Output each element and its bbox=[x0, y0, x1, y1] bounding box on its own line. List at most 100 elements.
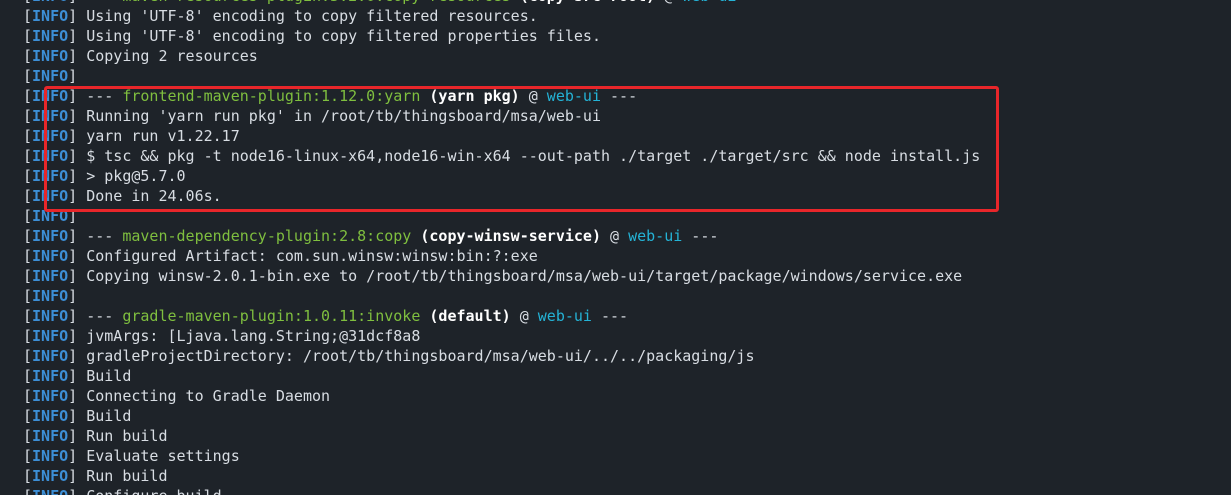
log-level-text: INFO bbox=[32, 447, 69, 465]
log-message: Copying 2 resources bbox=[86, 47, 258, 65]
log-message: --- bbox=[591, 307, 629, 325]
log-message: Copying winsw-2.0.1-bin.exe to /root/tb/… bbox=[86, 267, 963, 285]
log-message: @ bbox=[655, 0, 682, 5]
log-level-text: INFO bbox=[32, 207, 69, 225]
log-level-tag: [INFO] bbox=[23, 367, 87, 385]
log-line: [INFO] --- gradle-maven-plugin:1.0.11:in… bbox=[23, 306, 980, 326]
log-level-text: INFO bbox=[32, 67, 69, 85]
log-level-text: INFO bbox=[32, 367, 69, 385]
log-message bbox=[411, 227, 420, 245]
log-message: --- bbox=[682, 227, 719, 245]
log-message: $ tsc && pkg -t node16-linux-x64,node16-… bbox=[86, 147, 981, 165]
log-message: gradleProjectDirectory: /root/tb/thingsb… bbox=[86, 347, 755, 365]
log-line: [INFO] gradleProjectDirectory: /root/tb/… bbox=[23, 346, 980, 366]
log-line: [INFO] Done in 24.06s. bbox=[23, 186, 980, 206]
log-level-text: INFO bbox=[32, 347, 69, 365]
log-line: [INFO] Connecting to Gradle Daemon bbox=[23, 386, 980, 406]
log-level-tag: [INFO] bbox=[23, 147, 87, 165]
log-level-tag: [INFO] bbox=[23, 7, 87, 25]
log-message: Using 'UTF-8' encoding to copy filtered … bbox=[86, 27, 601, 45]
log-line: [INFO] jvmArgs: [Ljava.lang.String;@31dc… bbox=[23, 326, 980, 346]
log-level-text: INFO bbox=[32, 7, 69, 25]
module-name: web-ui bbox=[537, 307, 592, 325]
log-message: @ bbox=[519, 87, 547, 105]
terminal-output: [INFO] --- maven-resources-plugin:3.2.0:… bbox=[23, 0, 980, 495]
log-level-text: INFO bbox=[32, 267, 69, 285]
execution-id: (default) bbox=[429, 307, 511, 325]
log-level-tag: [INFO] bbox=[23, 187, 87, 205]
log-level-text: INFO bbox=[32, 307, 69, 325]
log-message: --- bbox=[86, 0, 122, 5]
log-level-tag: [INFO] bbox=[23, 27, 87, 45]
log-level-tag: [INFO] bbox=[23, 287, 87, 305]
log-level-text: INFO bbox=[32, 0, 68, 5]
log-level-text: INFO bbox=[32, 287, 69, 305]
plugin-name: gradle-maven-plugin:1.0.11:invoke bbox=[122, 307, 421, 325]
log-level-text: INFO bbox=[32, 427, 69, 445]
log-line: [INFO] Using 'UTF-8' encoding to copy fi… bbox=[23, 6, 980, 26]
log-level-text: INFO bbox=[32, 47, 69, 65]
module-name: web-ui bbox=[546, 87, 601, 105]
log-level-tag: [INFO] bbox=[23, 227, 87, 245]
log-line: [INFO] bbox=[23, 66, 980, 86]
log-level-text: INFO bbox=[32, 227, 69, 245]
log-message: Run build bbox=[86, 427, 168, 445]
log-level-tag: [INFO] bbox=[23, 407, 87, 425]
log-level-tag: [INFO] bbox=[23, 347, 87, 365]
log-level-tag: [INFO] bbox=[23, 167, 87, 185]
log-level-tag: [INFO] bbox=[23, 207, 87, 225]
log-message: @ bbox=[510, 307, 538, 325]
log-message: Evaluate settings bbox=[86, 447, 240, 465]
log-level-tag: [INFO] bbox=[23, 307, 87, 325]
log-level-text: INFO bbox=[32, 327, 69, 345]
log-message: --- bbox=[86, 307, 123, 325]
log-level-tag: [INFO] bbox=[23, 87, 87, 105]
log-line: [INFO] yarn run v1.22.17 bbox=[23, 126, 980, 146]
log-level-text: INFO bbox=[32, 387, 69, 405]
plugin-name: maven-dependency-plugin:2.8:copy bbox=[122, 227, 412, 245]
log-message: > pkg@5.7.0 bbox=[86, 167, 186, 185]
log-message: Running 'yarn run pkg' in /root/tb/thing… bbox=[86, 107, 601, 125]
execution-id: (copy-src-root) bbox=[520, 0, 655, 5]
log-message: Connecting to Gradle Daemon bbox=[86, 387, 331, 405]
log-level-text: INFO bbox=[32, 187, 69, 205]
log-line: [INFO] Configured Artifact: com.sun.wins… bbox=[23, 246, 980, 266]
log-message: @ bbox=[600, 227, 629, 245]
log-level-tag: [INFO] bbox=[23, 467, 87, 485]
log-message: jvmArgs: [Ljava.lang.String;@31dcf8a8 bbox=[86, 327, 421, 345]
log-level-tag: [INFO] bbox=[23, 487, 86, 495]
log-message: Run build bbox=[86, 467, 168, 485]
log-message: --- bbox=[86, 87, 123, 105]
log-line: [INFO] Run build bbox=[23, 466, 980, 486]
log-line: [INFO] Run build bbox=[23, 426, 980, 446]
log-line: [INFO] Configure build bbox=[23, 486, 980, 495]
log-level-tag: [INFO] bbox=[23, 0, 86, 5]
log-message bbox=[511, 0, 520, 5]
log-message: yarn run v1.22.17 bbox=[86, 127, 240, 145]
log-line: [INFO] --- frontend-maven-plugin:1.12.0:… bbox=[23, 86, 980, 106]
log-line: [INFO] Running 'yarn run pkg' in /root/t… bbox=[23, 106, 980, 126]
log-level-tag: [INFO] bbox=[23, 387, 87, 405]
execution-id: (yarn pkg) bbox=[429, 87, 520, 105]
log-line: [INFO] bbox=[23, 286, 980, 306]
log-message: Configure build bbox=[86, 487, 221, 495]
log-level-text: INFO bbox=[32, 167, 69, 185]
log-level-tag: [INFO] bbox=[23, 327, 87, 345]
log-level-tag: [INFO] bbox=[23, 427, 87, 445]
execution-id: (copy-winsw-service) bbox=[420, 227, 601, 245]
log-line: [INFO] > pkg@5.7.0 bbox=[23, 166, 980, 186]
log-level-text: INFO bbox=[32, 467, 69, 485]
log-message: Build bbox=[86, 407, 132, 425]
log-line: [INFO] bbox=[23, 206, 980, 226]
terminal-window[interactable]: [INFO] --- maven-resources-plugin:3.2.0:… bbox=[0, 0, 1231, 495]
log-level-text: INFO bbox=[32, 147, 69, 165]
log-line: [INFO] Using 'UTF-8' encoding to copy fi… bbox=[23, 26, 980, 46]
log-level-tag: [INFO] bbox=[23, 447, 87, 465]
log-message: --- bbox=[86, 227, 123, 245]
log-level-text: INFO bbox=[32, 487, 68, 495]
log-level-text: INFO bbox=[32, 407, 69, 425]
log-level-tag: [INFO] bbox=[23, 247, 87, 265]
log-level-text: INFO bbox=[32, 27, 69, 45]
log-level-tag: [INFO] bbox=[23, 67, 87, 85]
module-name: web-ui bbox=[628, 227, 683, 245]
